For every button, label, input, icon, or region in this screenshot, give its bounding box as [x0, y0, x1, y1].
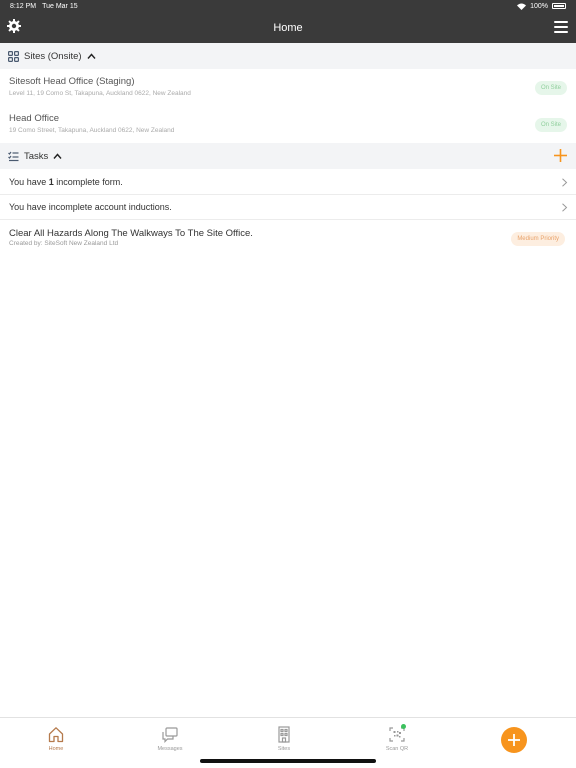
sites-section-title: Sites (Onsite) — [24, 50, 82, 62]
tab-home[interactable]: Home — [26, 726, 86, 752]
tab-messages[interactable]: Messages — [140, 726, 200, 752]
site-row[interactable]: Head Office 19 Como Street, Takapuna, Au… — [0, 106, 576, 143]
sites-section-header[interactable]: Sites (Onsite) — [0, 43, 576, 69]
grid-icon — [8, 50, 19, 62]
priority-badge: Medium Priority — [511, 232, 565, 246]
plus-icon — [508, 734, 520, 746]
incomplete-inductions-row[interactable]: You have incomplete account inductions. — [0, 195, 576, 220]
task-created-by: Created by: SiteSoft New Zealand Ltd — [9, 240, 119, 247]
tab-label: Sites — [277, 746, 291, 752]
tab-label: Messages — [157, 746, 183, 752]
add-action-button[interactable] — [501, 727, 527, 753]
tab-label: Home — [48, 746, 64, 752]
site-address: 19 Como Street, Takapuna, Auckland 0622,… — [9, 127, 175, 134]
hamburger-menu-icon[interactable] — [554, 21, 568, 33]
add-task-plus-icon[interactable] — [553, 148, 568, 163]
site-row[interactable]: Sitesoft Head Office (Staging) Level 11,… — [0, 69, 576, 106]
online-status-dot — [401, 724, 406, 729]
nav-bar: Home — [0, 12, 576, 43]
tab-label: Scan QR — [385, 746, 409, 752]
building-icon — [278, 726, 290, 743]
forms-prefix: You have — [9, 177, 49, 187]
onsite-badge: On Site — [534, 81, 567, 95]
onsite-badge: On Site — [534, 118, 567, 132]
battery-percent: 100% — [530, 2, 548, 10]
forms-suffix: incomplete form. — [53, 177, 123, 187]
wifi-icon — [517, 3, 527, 10]
chevron-up-icon[interactable] — [53, 152, 62, 161]
messages-icon — [162, 727, 178, 743]
inductions-text: You have incomplete account inductions. — [9, 202, 172, 212]
chevron-right-icon — [562, 203, 568, 212]
task-title: Clear All Hazards Along The Walkways To … — [9, 228, 253, 239]
site-name: Sitesoft Head Office (Staging) — [9, 76, 135, 87]
status-bar: 8:12 PM Tue Mar 15 100% — [0, 0, 576, 12]
battery-icon — [552, 3, 566, 9]
status-time: 8:12 PM — [10, 2, 37, 10]
tab-scan-qr[interactable]: Scan QR — [367, 724, 427, 752]
chevron-up-icon[interactable] — [87, 52, 96, 61]
chevron-right-icon — [562, 178, 568, 187]
gear-icon[interactable] — [7, 19, 21, 33]
task-list-icon — [8, 151, 19, 161]
task-item[interactable]: Clear All Hazards Along The Walkways To … — [0, 221, 576, 255]
home-indicator — [200, 759, 376, 763]
home-icon — [48, 727, 64, 743]
incomplete-forms-row[interactable]: You have 1 incomplete form. — [0, 170, 576, 195]
status-date: Tue Mar 15 — [42, 2, 78, 10]
tasks-section-title: Tasks — [24, 150, 49, 162]
tasks-section-header[interactable]: Tasks — [0, 143, 576, 169]
site-address: Level 11, 19 Como St, Takapuna, Auckland… — [9, 90, 191, 97]
tab-sites[interactable]: Sites — [254, 726, 314, 752]
page-title: Home — [273, 21, 303, 34]
site-name: Head Office — [9, 113, 59, 124]
